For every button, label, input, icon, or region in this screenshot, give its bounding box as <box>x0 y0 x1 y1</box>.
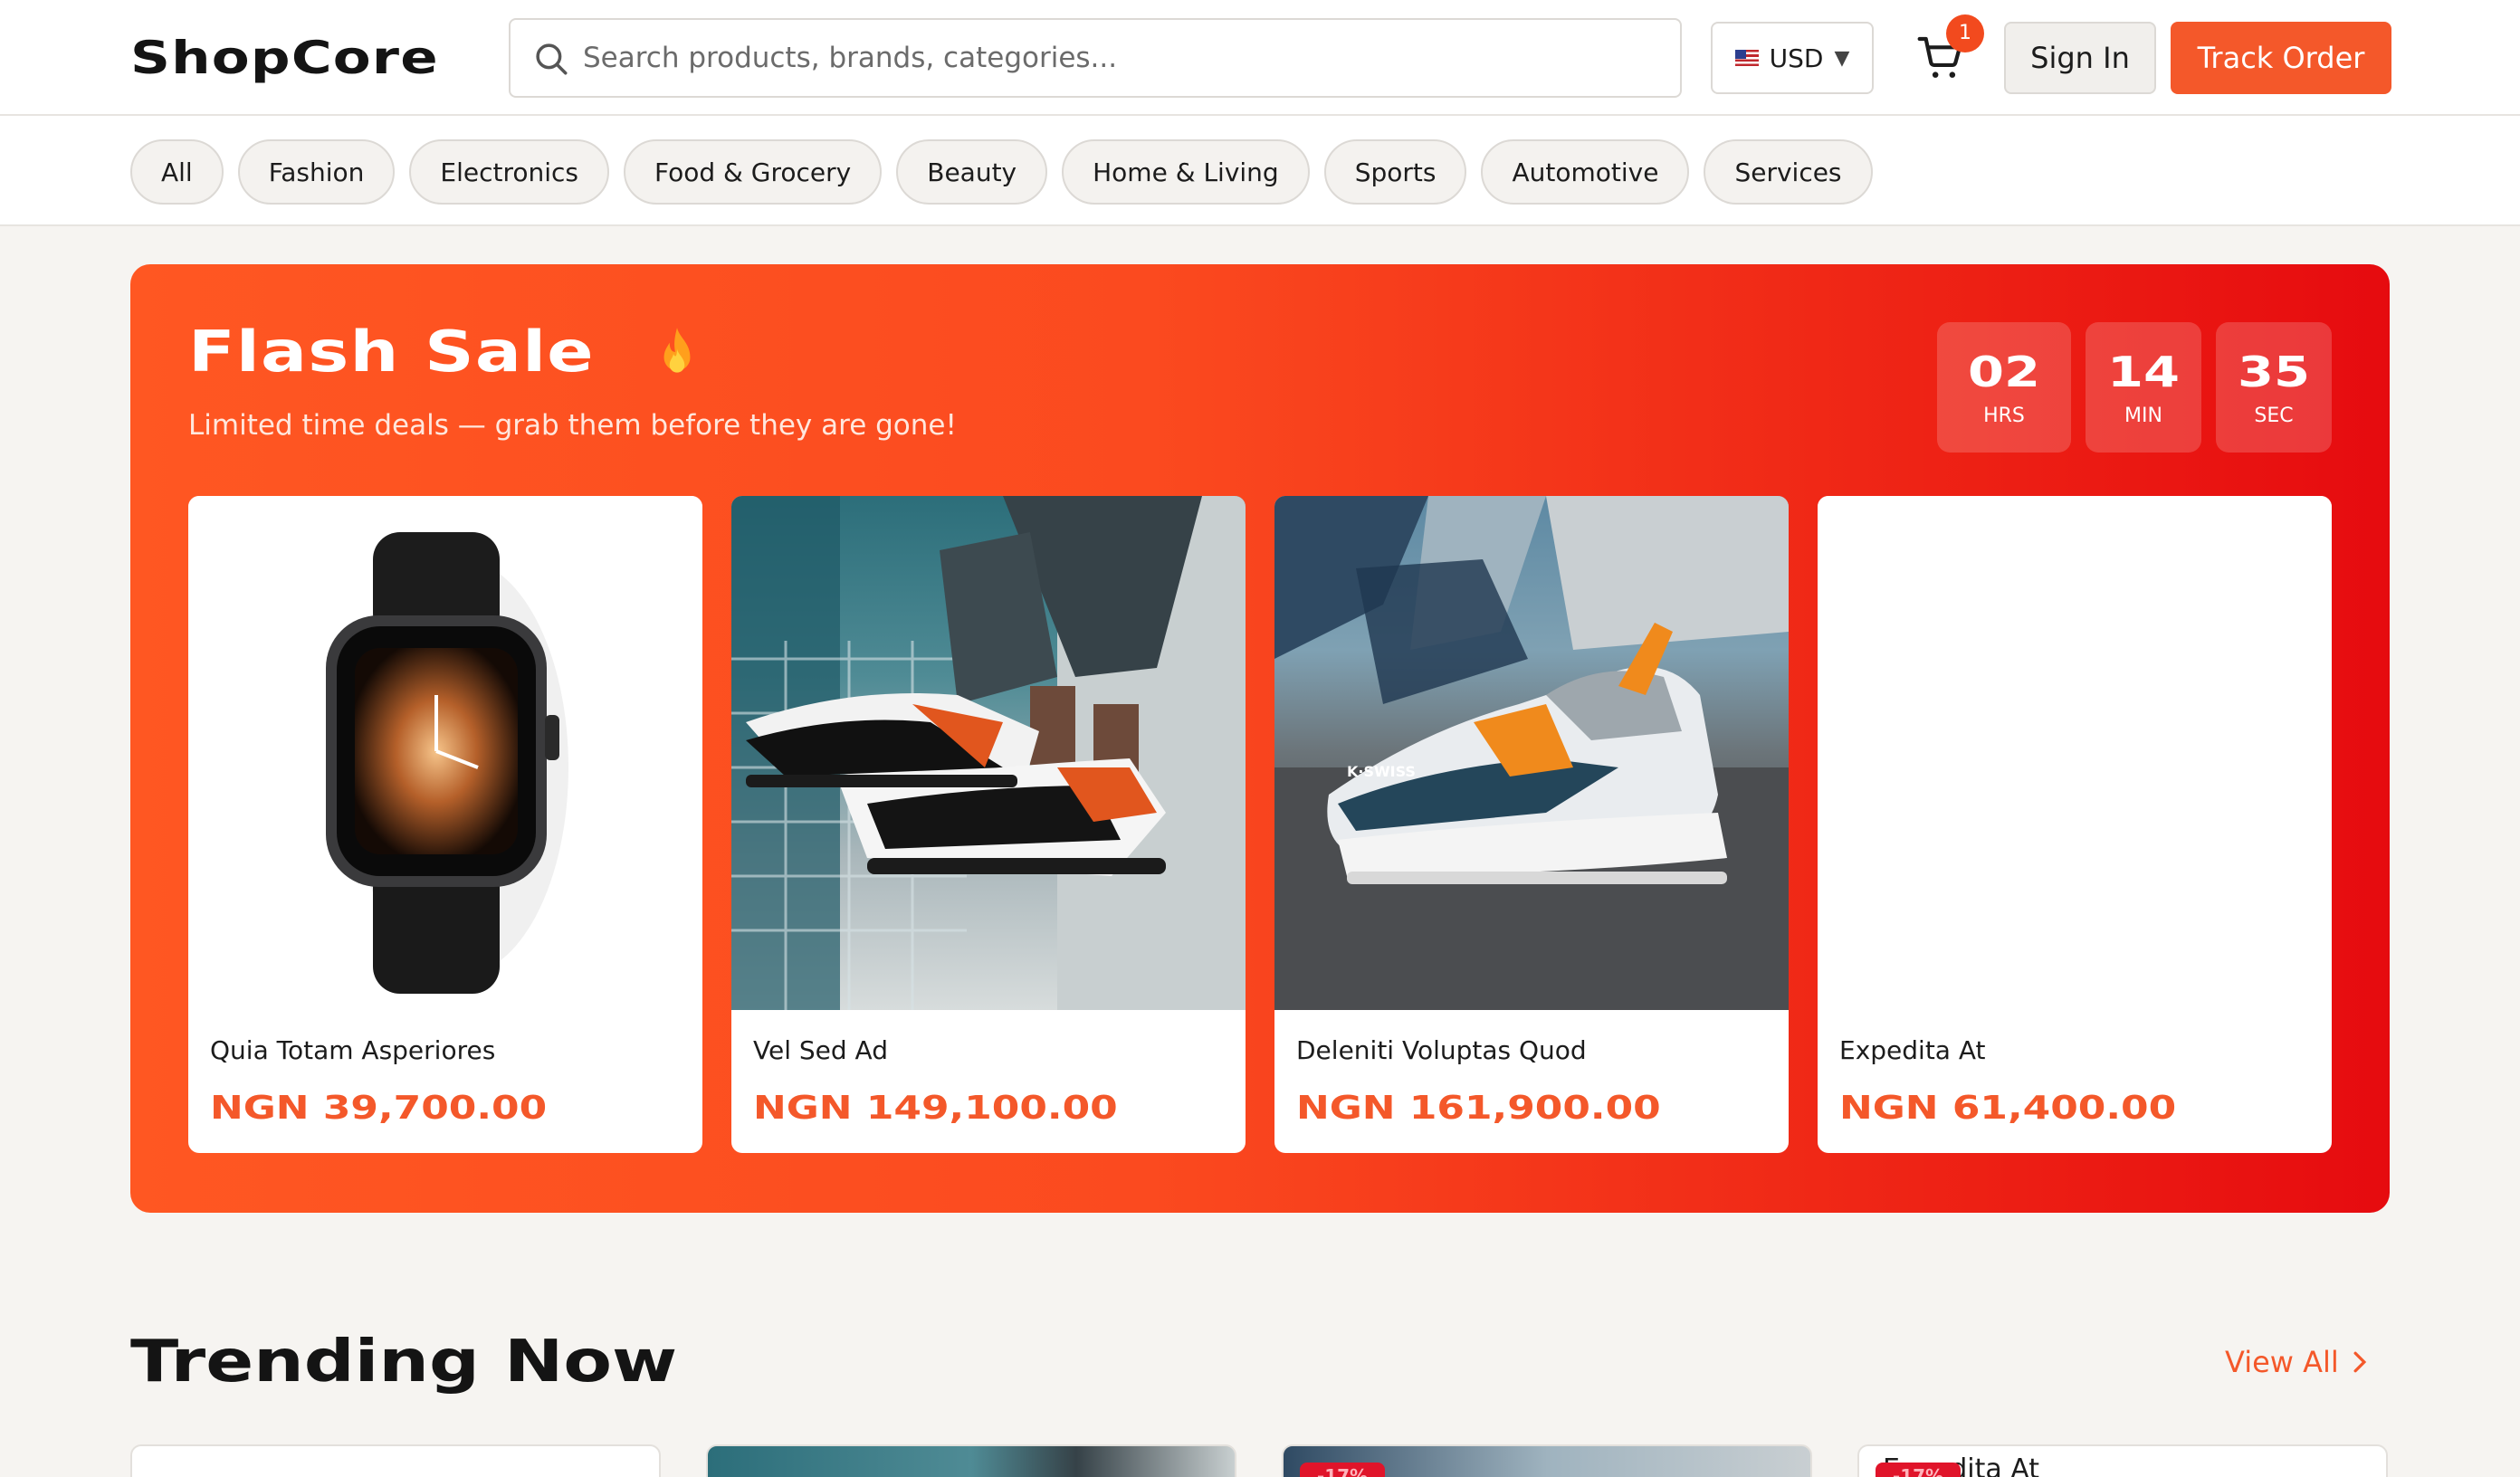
category-chip-services[interactable]: Services <box>1704 139 1873 205</box>
timer-hours-label: HRS <box>1983 404 2025 427</box>
top-header: ShopCore USD ▼ 1 Sign In Track Order <box>0 0 2520 116</box>
timer-minutes: 14 MIN <box>2086 322 2201 453</box>
discount-badge: -17% <box>1300 1463 1385 1477</box>
product-price: NGN 161,900.00 <box>1296 1090 1661 1127</box>
svg-text:K·SWISS: K·SWISS <box>1347 763 1416 780</box>
timer-minutes-value: 14 <box>2106 347 2181 396</box>
logo[interactable]: ShopCore <box>130 27 439 89</box>
category-chip-electronics[interactable]: Electronics <box>409 139 610 205</box>
sign-in-button[interactable]: Sign In <box>2004 22 2156 94</box>
product-price: NGN 39,700.00 <box>210 1090 548 1127</box>
product-card[interactable]: K·SWISS Deleniti Voluptas Quod NGN 161,9… <box>1274 496 1789 1153</box>
category-chip-food-grocery[interactable]: Food & Grocery <box>624 139 883 205</box>
product-name: Vel Sed Ad <box>753 1035 888 1065</box>
product-name: Expedita At <box>1839 1035 1986 1065</box>
currency-label: USD <box>1769 43 1824 73</box>
timer-seconds-label: SEC <box>2254 404 2294 427</box>
chevron-right-icon <box>2353 1351 2366 1373</box>
caret-down-icon: ▼ <box>1834 46 1850 70</box>
trending-card[interactable] <box>706 1444 1236 1477</box>
timer-hours: 02 HRS <box>1937 322 2071 453</box>
search-bar[interactable] <box>509 18 1682 98</box>
view-all-label: View All <box>2225 1345 2339 1379</box>
track-order-button[interactable]: Track Order <box>2171 22 2391 94</box>
smartwatch-image <box>188 496 702 1010</box>
view-all-link[interactable]: View All <box>2225 1345 2368 1379</box>
category-chip-beauty[interactable]: Beauty <box>896 139 1048 205</box>
cart-count-badge: 1 <box>1946 14 1984 52</box>
trending-title: Trending Now <box>130 1329 678 1396</box>
flash-sale-subtitle: Limited time deals — grab them before th… <box>188 409 957 442</box>
category-chip-sports[interactable]: Sports <box>1323 139 1467 205</box>
fire-icon <box>663 328 691 373</box>
trending-card[interactable] <box>130 1444 661 1477</box>
timer-hours-value: 02 <box>1967 347 2041 396</box>
product-card[interactable]: Expedita At NGN 61,400.00 <box>1818 496 2332 1153</box>
flash-sale-banner: Flash Sale Limited time deals — grab the… <box>130 264 2390 1213</box>
category-bar: All Fashion Electronics Food & Grocery B… <box>0 116 2520 226</box>
timer-seconds-value: 35 <box>2237 347 2311 396</box>
search-input[interactable] <box>583 20 1660 96</box>
timer-minutes-label: MIN <box>2124 404 2162 427</box>
product-price: NGN 149,100.00 <box>753 1090 1118 1127</box>
category-chip-all[interactable]: All <box>130 139 224 205</box>
flash-sale-products: Quia Totam Asperiores NGN 39,700.00 Vel … <box>188 496 2332 1153</box>
trending-products: -17% Expedita At -17% <box>130 1444 2388 1477</box>
product-card[interactable]: Vel Sed Ad NGN 149,100.00 <box>731 496 1246 1153</box>
trending-card[interactable]: Expedita At -17% <box>1857 1444 2388 1477</box>
trending-card[interactable]: -17% <box>1282 1444 1812 1477</box>
product-image-placeholder <box>1818 496 2332 1010</box>
category-chip-fashion[interactable]: Fashion <box>237 139 396 205</box>
category-chips: All Fashion Electronics Food & Grocery B… <box>130 139 1873 205</box>
product-name: Deleniti Voluptas Quod <box>1296 1035 1587 1065</box>
product-name: Quia Totam Asperiores <box>210 1035 496 1065</box>
flash-sale-title: Flash Sale <box>188 319 595 385</box>
kswiss-sneaker-image: K·SWISS <box>1274 496 1789 1010</box>
product-price: NGN 61,400.00 <box>1839 1090 2177 1127</box>
search-icon <box>536 43 568 75</box>
countdown-timer: 02 HRS 14 MIN 35 SEC <box>1937 322 2332 453</box>
discount-badge: -17% <box>1876 1463 1961 1477</box>
product-card[interactable]: Quia Totam Asperiores NGN 39,700.00 <box>188 496 702 1153</box>
timer-seconds: 35 SEC <box>2216 322 2332 453</box>
us-flag-icon <box>1734 50 1759 66</box>
category-chip-automotive[interactable]: Automotive <box>1481 139 1690 205</box>
category-chip-home-living[interactable]: Home & Living <box>1062 139 1310 205</box>
sneakers-worn-image <box>731 496 1246 1010</box>
currency-selector[interactable]: USD ▼ <box>1711 22 1874 94</box>
